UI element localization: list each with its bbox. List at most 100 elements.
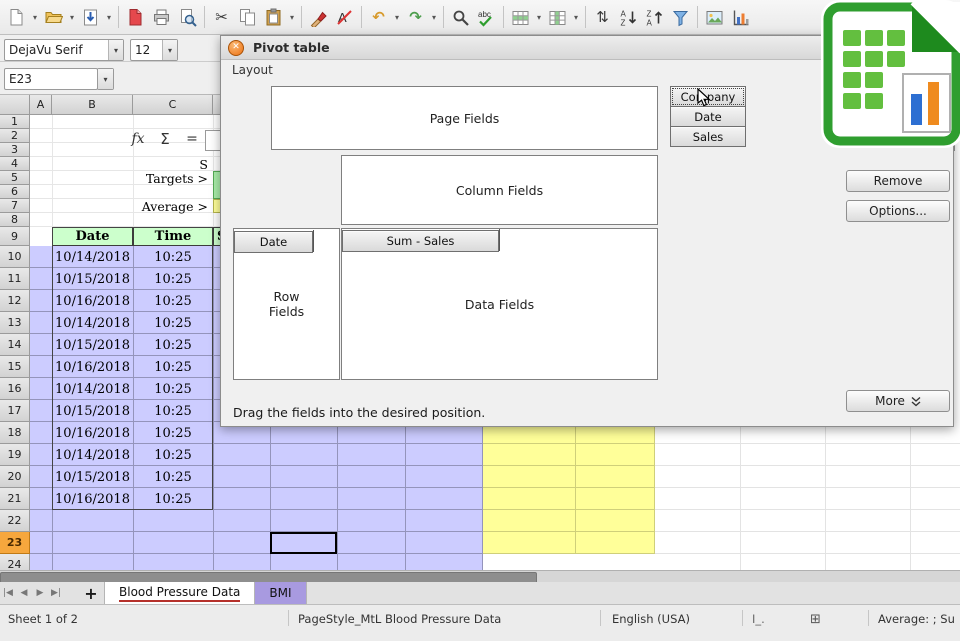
open-dropdown-arrow[interactable]: ▾ xyxy=(67,5,77,30)
corner-box[interactable] xyxy=(0,95,30,115)
header-time[interactable]: Time xyxy=(133,227,213,246)
redo-dropdown-arrow[interactable]: ▾ xyxy=(429,5,439,30)
clear-formatting-button[interactable]: A xyxy=(332,5,357,30)
options-button[interactable]: Options... xyxy=(846,200,950,222)
row-header-2[interactable]: 2 xyxy=(0,129,30,143)
row-header-17[interactable]: 17 xyxy=(0,400,30,422)
date-cell[interactable]: 10/14/2018 xyxy=(52,444,133,466)
col-header-A[interactable]: A xyxy=(30,95,52,115)
col-header-C[interactable]: C xyxy=(133,95,213,115)
row-header-23[interactable]: 23 xyxy=(0,532,30,554)
language-indicator[interactable]: English (USA) xyxy=(612,612,690,626)
time-cell[interactable]: 10:25 xyxy=(133,378,213,400)
insert-mode-icon[interactable]: I_. xyxy=(752,612,765,626)
date-cell[interactable]: 10/15/2018 xyxy=(52,466,133,488)
time-cell[interactable]: 10:25 xyxy=(133,268,213,290)
time-cell[interactable]: 10:25 xyxy=(133,422,213,444)
date-cell[interactable]: 10/16/2018 xyxy=(52,488,133,510)
date-cell[interactable]: 10/16/2018 xyxy=(52,356,133,378)
print-preview-button[interactable] xyxy=(175,5,200,30)
prev-sheet-icon[interactable]: ◀ xyxy=(16,582,32,604)
insert-row-button[interactable] xyxy=(508,5,533,30)
add-sheet-button[interactable]: + xyxy=(78,582,104,604)
row-header-22[interactable]: 22 xyxy=(0,510,30,532)
copy-button[interactable] xyxy=(235,5,260,30)
date-cell[interactable]: 10/14/2018 xyxy=(52,246,133,268)
time-cell[interactable]: 10:25 xyxy=(133,312,213,334)
row-header-20[interactable]: 20 xyxy=(0,466,30,488)
date-cell[interactable]: 10/16/2018 xyxy=(52,290,133,312)
print-button[interactable] xyxy=(149,5,174,30)
date-cell[interactable]: 10/15/2018 xyxy=(52,334,133,356)
row-header-12[interactable]: 12 xyxy=(0,290,30,312)
field-date[interactable]: Date xyxy=(670,106,746,127)
chevron-down-icon[interactable]: ▾ xyxy=(162,40,177,60)
new-dropdown-arrow[interactable]: ▾ xyxy=(30,5,40,30)
col-header-B[interactable]: B xyxy=(52,95,133,115)
row-header-18[interactable]: 18 xyxy=(0,422,30,444)
undo-button[interactable]: ↶ xyxy=(366,5,391,30)
time-cell[interactable]: 10:25 xyxy=(133,488,213,510)
paste-button[interactable] xyxy=(261,5,286,30)
row-field-date[interactable]: Date xyxy=(234,231,313,253)
date-cell[interactable]: 10/14/2018 xyxy=(52,378,133,400)
chevron-down-icon[interactable]: ▾ xyxy=(108,40,123,60)
time-cell[interactable]: 10:25 xyxy=(133,246,213,268)
save-button[interactable] xyxy=(78,5,103,30)
time-cell[interactable]: 10:25 xyxy=(133,400,213,422)
row-header-5[interactable]: 5 xyxy=(0,171,30,185)
label-cell-c4[interactable]: S xyxy=(133,157,211,172)
insert-row-dropdown-arrow[interactable]: ▾ xyxy=(534,5,544,30)
sort-button[interactable]: ⇅ xyxy=(590,5,615,30)
time-cell[interactable]: 10:25 xyxy=(133,356,213,378)
time-cell[interactable]: 10:25 xyxy=(133,466,213,488)
selected-cell-e23[interactable] xyxy=(270,532,337,554)
date-cell[interactable]: 10/16/2018 xyxy=(52,422,133,444)
header-date[interactable]: Date xyxy=(52,227,133,246)
outline-icon[interactable]: ⊞ xyxy=(810,612,821,627)
cut-button[interactable]: ✂ xyxy=(209,5,234,30)
time-cell[interactable]: 10:25 xyxy=(133,334,213,356)
page-fields-area[interactable]: Page Fields xyxy=(271,86,658,150)
autofilter-button[interactable] xyxy=(668,5,693,30)
row-header-9[interactable]: 9 xyxy=(0,227,30,246)
date-cell[interactable]: 10/15/2018 xyxy=(52,400,133,422)
insert-chart-button[interactable] xyxy=(728,5,753,30)
insert-column-dropdown-arrow[interactable]: ▾ xyxy=(571,5,581,30)
font-name-combo[interactable]: DejaVu Serif ▾ xyxy=(4,39,124,61)
row-header-16[interactable]: 16 xyxy=(0,378,30,400)
first-sheet-icon[interactable]: |◀ xyxy=(0,582,16,604)
time-cell[interactable]: 10:25 xyxy=(133,290,213,312)
insert-column-button[interactable] xyxy=(545,5,570,30)
close-icon[interactable]: ✕ xyxy=(228,39,244,56)
row-header-8[interactable]: 8 xyxy=(0,213,30,227)
export-pdf-button[interactable] xyxy=(123,5,148,30)
redo-button[interactable]: ↷ xyxy=(403,5,428,30)
row-header-10[interactable]: 10 xyxy=(0,246,30,268)
find-replace-button[interactable] xyxy=(448,5,473,30)
name-box-dropdown[interactable]: ▾ xyxy=(97,68,114,90)
remove-button[interactable]: Remove xyxy=(846,170,950,192)
name-box[interactable]: E23 xyxy=(4,68,98,90)
more-button[interactable]: More xyxy=(846,390,950,412)
row-header-13[interactable]: 13 xyxy=(0,312,30,334)
font-size-combo[interactable]: 12 ▾ xyxy=(130,39,178,61)
new-button[interactable] xyxy=(4,5,29,30)
equals-button[interactable]: = xyxy=(180,128,204,150)
sort-descending-button[interactable]: ZA xyxy=(642,5,667,30)
tab-blood-pressure-data[interactable]: Blood Pressure Data xyxy=(104,582,256,604)
save-dropdown-arrow[interactable]: ▾ xyxy=(104,5,114,30)
page-style[interactable]: PageStyle_MtL Blood Pressure Data xyxy=(298,612,501,626)
tab-bmi[interactable]: BMI xyxy=(255,582,307,604)
row-header-7[interactable]: 7 xyxy=(0,199,30,213)
empty-cells-region[interactable] xyxy=(655,422,960,570)
date-cell[interactable]: 10/14/2018 xyxy=(52,312,133,334)
date-cell[interactable]: 10/15/2018 xyxy=(52,268,133,290)
row-header-3[interactable]: 3 xyxy=(0,143,30,157)
insert-image-button[interactable] xyxy=(702,5,727,30)
column-fields-area[interactable]: Column Fields xyxy=(341,155,658,225)
paste-dropdown-arrow[interactable]: ▾ xyxy=(287,5,297,30)
last-sheet-icon[interactable]: ▶| xyxy=(48,582,64,604)
row-header-14[interactable]: 14 xyxy=(0,334,30,356)
time-cell[interactable]: 10:25 xyxy=(133,444,213,466)
